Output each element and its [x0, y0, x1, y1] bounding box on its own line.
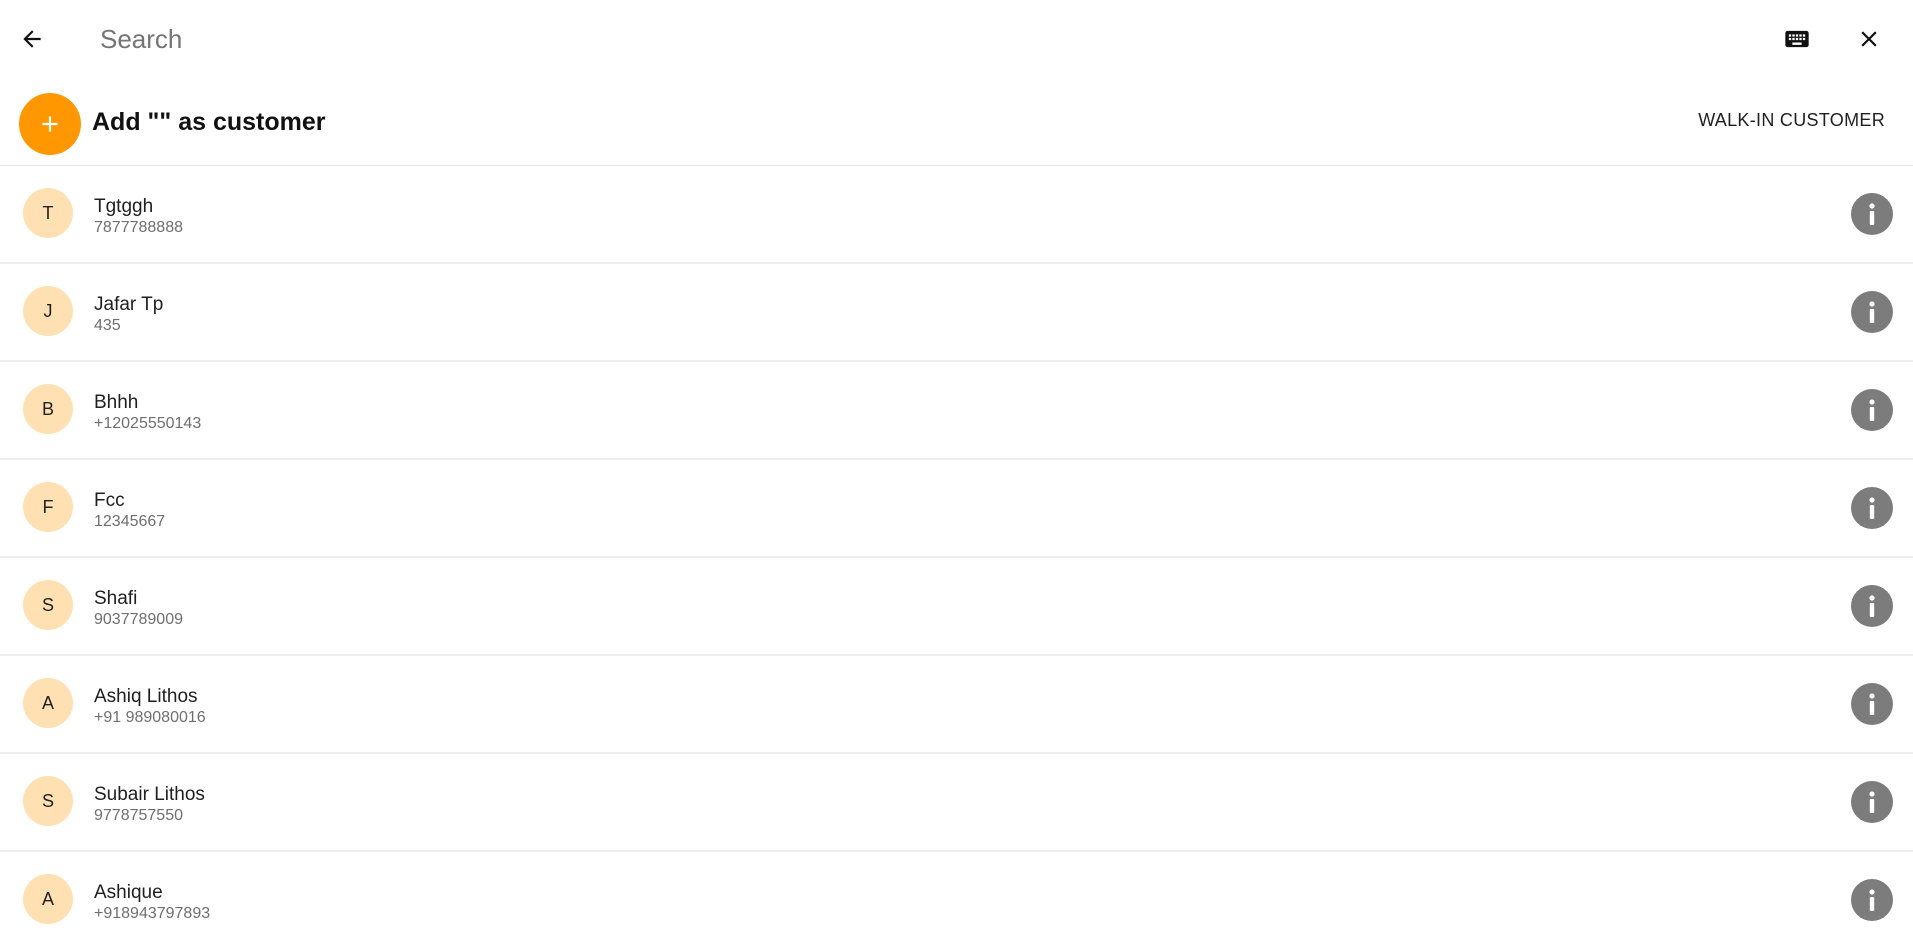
customer-row[interactable]: A Ashiq Lithos +91 989080016: [0, 656, 1913, 754]
close-button[interactable]: [1845, 15, 1893, 63]
customer-phone: 435: [94, 317, 121, 334]
avatar: T: [23, 188, 73, 238]
customer-info-button[interactable]: [1851, 291, 1893, 333]
info-icon: [1869, 693, 1875, 715]
customer-name: Bhhh: [94, 392, 139, 413]
back-button[interactable]: [8, 15, 56, 63]
customer-phone: 9778757550: [94, 807, 183, 824]
customer-row[interactable]: F Fcc 12345667: [0, 460, 1913, 558]
info-icon: [1869, 301, 1875, 323]
customer-name: Subair Lithos: [94, 784, 205, 805]
arrow-left-icon: [23, 30, 41, 48]
customer-name: Jafar Tp: [94, 294, 164, 315]
customer-row[interactable]: A Ashique +918943797893: [0, 852, 1913, 947]
info-icon: [1869, 399, 1875, 421]
info-icon: [1869, 497, 1875, 519]
customer-row[interactable]: B Bhhh +12025550143: [0, 362, 1913, 460]
avatar: A: [23, 678, 73, 728]
customer-phone: +91 989080016: [94, 709, 206, 726]
keyboard-toggle-button[interactable]: [1773, 15, 1821, 63]
info-icon: [1869, 203, 1875, 225]
info-icon: [1869, 889, 1875, 911]
search-bar: [0, 0, 1913, 78]
customer-picker-screen: Add "" as customer WALK-IN CUSTOMER T Tg…: [0, 0, 1913, 947]
customer-info-button[interactable]: [1851, 879, 1893, 921]
customer-info-button[interactable]: [1851, 585, 1893, 627]
customer-info-button[interactable]: [1851, 389, 1893, 431]
customer-name: Ashiq Lithos: [94, 686, 198, 707]
customer-row[interactable]: S Shafi 9037789009: [0, 558, 1913, 656]
customer-info-button[interactable]: [1851, 781, 1893, 823]
avatar: S: [23, 776, 73, 826]
avatar: A: [23, 874, 73, 924]
customer-row[interactable]: J Jafar Tp 435: [0, 264, 1913, 362]
close-icon: [1861, 31, 1877, 47]
customer-info-button[interactable]: [1851, 683, 1893, 725]
plus-icon: [42, 116, 58, 132]
keyboard-icon: [1785, 30, 1809, 48]
customer-row[interactable]: S Subair Lithos 9778757550: [0, 754, 1913, 852]
customer-phone: 9037789009: [94, 611, 183, 628]
info-icon: [1869, 595, 1875, 617]
customer-list: T Tgtggh 7877788888 J Jafar Tp 435 B Bhh…: [0, 166, 1913, 947]
customer-name: Fcc: [94, 490, 125, 511]
customer-info-button[interactable]: [1851, 193, 1893, 235]
add-customer-button[interactable]: [19, 93, 81, 155]
customer-phone: +12025550143: [94, 415, 202, 432]
avatar: F: [23, 482, 73, 532]
avatar: J: [23, 286, 73, 336]
customer-name: Tgtggh: [94, 196, 154, 217]
customer-row[interactable]: T Tgtggh 7877788888: [0, 166, 1913, 264]
customer-phone: 12345667: [94, 513, 166, 530]
customer-phone: +918943797893: [94, 905, 211, 922]
avatar: S: [23, 580, 73, 630]
add-customer-row: Add "" as customer WALK-IN CUSTOMER: [0, 82, 1913, 166]
avatar: B: [23, 384, 73, 434]
walk-in-customer-button[interactable]: WALK-IN CUSTOMER: [1698, 110, 1885, 131]
customer-phone: 7877788888: [94, 219, 183, 236]
customer-name: Ashique: [94, 882, 163, 903]
customer-info-button[interactable]: [1851, 487, 1893, 529]
customer-name: Shafi: [94, 588, 138, 609]
add-customer-label[interactable]: Add "" as customer: [92, 108, 325, 137]
search-input[interactable]: [100, 16, 1700, 62]
info-icon: [1869, 791, 1875, 813]
